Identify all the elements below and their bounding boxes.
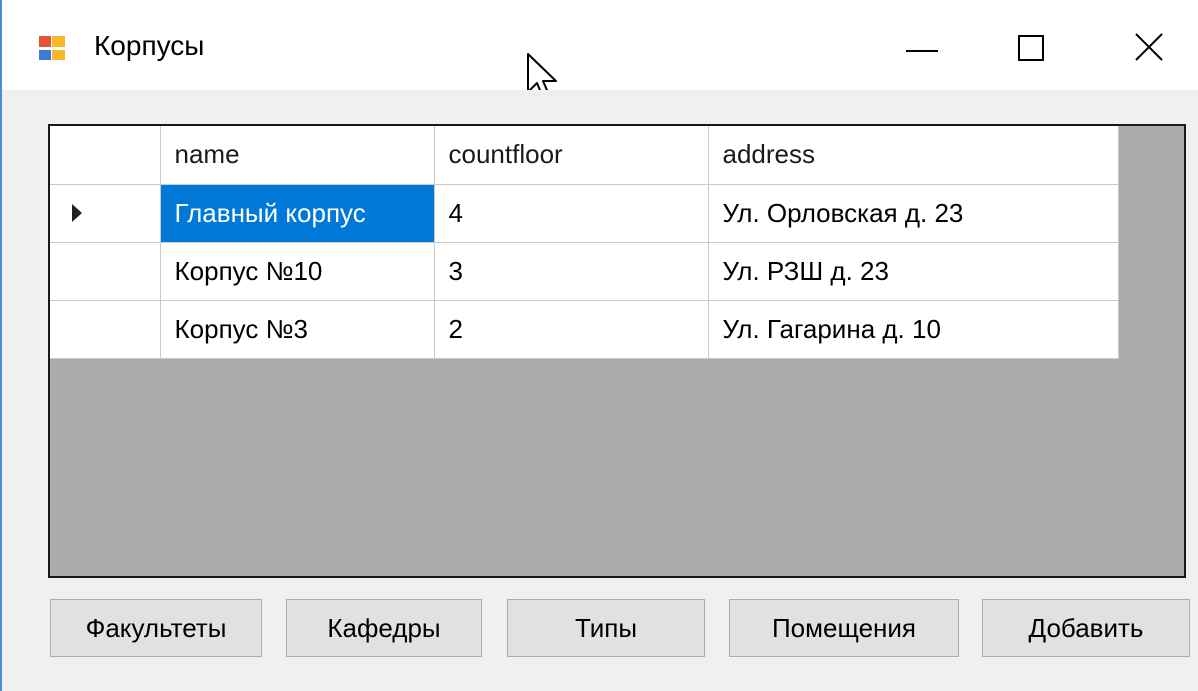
row-header[interactable] (50, 300, 161, 359)
minimize-icon[interactable] (882, 18, 962, 78)
grid-corner-header[interactable] (50, 126, 161, 185)
title-bar[interactable]: Корпусы (2, 0, 1198, 101)
table-row[interactable]: Корпус №3 2 Ул. Гагарина д. 10 (50, 300, 1119, 359)
rooms-button[interactable]: Помещения (729, 599, 959, 657)
row-pointer-icon (72, 204, 82, 222)
cell-countfloor[interactable]: 4 (434, 184, 709, 243)
column-header-address[interactable]: address (708, 126, 1119, 185)
cell-address[interactable]: Ул. РЗШ д. 23 (708, 242, 1119, 301)
table-row[interactable]: Корпус №10 3 Ул. РЗШ д. 23 (50, 242, 1119, 301)
grid-header-row: name countfloor address (50, 126, 1119, 185)
types-button[interactable]: Типы (507, 599, 705, 657)
cell-address[interactable]: Ул. Орловская д. 23 (708, 184, 1119, 243)
column-header-name[interactable]: name (160, 126, 435, 185)
cell-countfloor[interactable]: 3 (434, 242, 709, 301)
cell-name[interactable]: Корпус №10 (160, 242, 435, 301)
departments-button[interactable]: Кафедры (286, 599, 482, 657)
close-icon[interactable] (1110, 18, 1190, 78)
maximize-icon[interactable] (992, 18, 1072, 78)
cell-address[interactable]: Ул. Гагарина д. 10 (708, 300, 1119, 359)
faculties-button[interactable]: Факультеты (50, 599, 262, 657)
cell-name[interactable]: Главный корпус (160, 184, 435, 243)
data-grid[interactable]: name countfloor address Главный корпус 4… (48, 124, 1186, 578)
form-icon (38, 34, 66, 62)
row-header[interactable] (50, 242, 161, 301)
window-title: Корпусы (94, 30, 205, 61)
column-header-countfloor[interactable]: countfloor (434, 126, 709, 185)
cell-countfloor[interactable]: 2 (434, 300, 709, 359)
table-row[interactable]: Главный корпус 4 Ул. Орловская д. 23 (50, 184, 1119, 243)
grid-table: name countfloor address Главный корпус 4… (50, 126, 1119, 359)
add-button[interactable]: Добавить (982, 599, 1190, 657)
cell-name[interactable]: Корпус №3 (160, 300, 435, 359)
row-header[interactable] (50, 184, 161, 243)
